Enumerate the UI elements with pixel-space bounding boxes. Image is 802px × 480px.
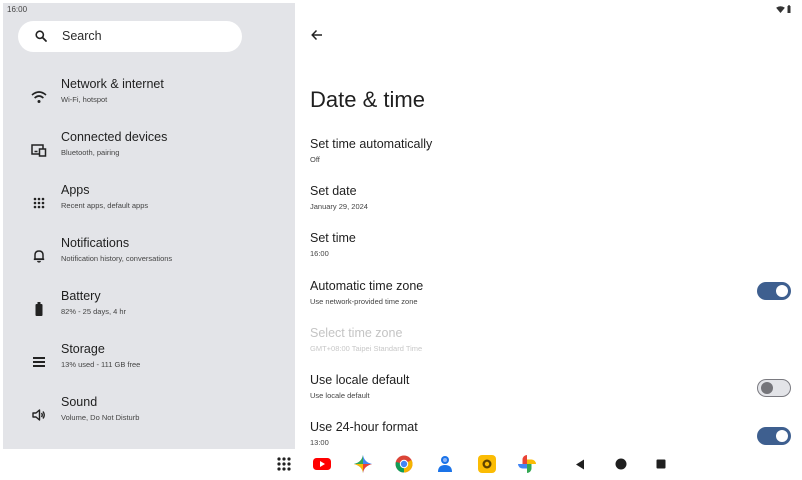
status-icons — [776, 5, 791, 13]
setting-title: Set time — [310, 231, 356, 245]
setting-use-locale-default[interactable]: Use locale default Use locale default — [295, 373, 799, 417]
setting-select-time-zone: Select time zone GMT+08:00 Taipei Standa… — [295, 326, 799, 370]
setting-set-date[interactable]: Set date January 29, 2024 — [295, 184, 799, 228]
sidebar-item-network[interactable]: Network & internet Wi-Fi, hotspot — [3, 77, 295, 123]
setting-subtitle: Off — [310, 155, 320, 164]
back-nav-icon[interactable] — [571, 455, 589, 473]
back-button[interactable] — [307, 27, 327, 47]
sidebar-item-notifications[interactable]: Notifications Notification history, conv… — [3, 236, 295, 282]
sidebar-item-title: Battery — [61, 289, 101, 303]
sidebar-item-storage[interactable]: Storage 13% used - 111 GB free — [3, 342, 295, 388]
bell-icon — [31, 248, 47, 264]
setting-subtitle: Use locale default — [310, 391, 370, 400]
sidebar-item-title: Notifications — [61, 236, 130, 250]
automatic-time-zone-toggle[interactable] — [757, 282, 791, 300]
setting-title: Use locale default — [310, 373, 410, 387]
chrome-icon[interactable] — [395, 455, 413, 473]
taskbar — [3, 449, 799, 477]
app-drawer-icon[interactable] — [275, 455, 293, 473]
sidebar-item-apps[interactable]: Apps Recent apps, default apps — [3, 183, 295, 229]
toggle-knob — [776, 285, 788, 297]
wifi-icon — [31, 89, 47, 105]
sidebar-item-subtitle: Volume, Do Not Disturb — [61, 413, 140, 422]
sidebar-item-title: Connected devices — [61, 130, 168, 144]
sidebar-item-title: Network & internet — [61, 77, 164, 91]
battery-icon — [31, 301, 47, 317]
apps-grid-icon — [31, 195, 47, 211]
toggle-knob — [776, 430, 788, 442]
battery-icon — [787, 5, 791, 13]
setting-subtitle: January 29, 2024 — [310, 202, 368, 211]
recents-nav-icon[interactable] — [652, 455, 670, 473]
sidebar-item-subtitle: 82% - 25 days, 4 hr — [61, 307, 127, 316]
sidebar-item-battery[interactable]: Battery 82% - 25 days, 4 hr — [3, 289, 295, 335]
setting-title: Use 24-hour format — [310, 420, 418, 434]
sidebar-item-subtitle: Notification history, conversations — [61, 254, 173, 263]
toggle-knob — [761, 382, 773, 394]
setting-subtitle: 13:00 — [310, 438, 329, 447]
home-nav-icon[interactable] — [612, 455, 630, 473]
setting-subtitle: 16:00 — [310, 249, 329, 258]
sidebar-item-subtitle: Wi-Fi, hotspot — [61, 95, 108, 104]
setting-subtitle: GMT+08:00 Taipei Standard Time — [310, 344, 423, 353]
setting-title: Select time zone — [310, 326, 403, 340]
setting-set-time-automatically[interactable]: Set time automatically Off — [295, 137, 799, 181]
setting-set-time[interactable]: Set time 16:00 — [295, 231, 799, 275]
wifi-icon — [776, 5, 785, 13]
photos-icon[interactable] — [518, 455, 536, 473]
status-time: 16:00 — [7, 5, 28, 14]
setting-title: Automatic time zone — [310, 279, 424, 293]
settings-sidebar: Search Network & internet Wi-Fi, hotspot… — [3, 3, 295, 449]
setting-title: Set date — [310, 184, 357, 198]
use-24-hour-format-toggle[interactable] — [757, 427, 791, 445]
setting-subtitle: Use network-provided time zone — [310, 297, 418, 306]
sidebar-item-title: Apps — [61, 183, 90, 197]
setting-automatic-time-zone[interactable]: Automatic time zone Use network-provided… — [295, 279, 799, 323]
sidebar-item-subtitle: 13% used - 111 GB free — [61, 360, 141, 369]
gemini-icon[interactable] — [354, 455, 372, 473]
sidebar-item-subtitle: Recent apps, default apps — [61, 201, 149, 210]
sidebar-item-title: Storage — [61, 342, 105, 356]
camera-icon[interactable] — [478, 455, 496, 473]
storage-icon — [31, 354, 47, 370]
status-bar: 16:00 — [3, 3, 799, 17]
search-icon — [34, 29, 48, 43]
sidebar-item-subtitle: Bluetooth, pairing — [61, 148, 120, 157]
page-title: Date & time — [310, 87, 425, 112]
search-label: Search — [62, 29, 102, 43]
use-locale-default-toggle[interactable] — [757, 379, 791, 397]
setting-title: Set time automatically — [310, 137, 433, 151]
arrow-back-icon — [311, 28, 323, 46]
search-bar[interactable]: Search — [18, 21, 242, 52]
youtube-icon[interactable] — [313, 455, 331, 473]
sidebar-item-connected-devices[interactable]: Connected devices Bluetooth, pairing — [3, 130, 295, 176]
contacts-icon[interactable] — [436, 455, 454, 473]
date-time-page: Date & time Set time automatically Off S… — [295, 3, 799, 449]
sidebar-item-sound[interactable]: Sound Volume, Do Not Disturb — [3, 395, 295, 441]
devices-icon — [31, 142, 47, 158]
settings-screen: 16:00 Search Network & internet Wi-Fi, h… — [3, 3, 799, 477]
sidebar-item-title: Sound — [61, 395, 98, 409]
volume-icon — [31, 407, 47, 423]
